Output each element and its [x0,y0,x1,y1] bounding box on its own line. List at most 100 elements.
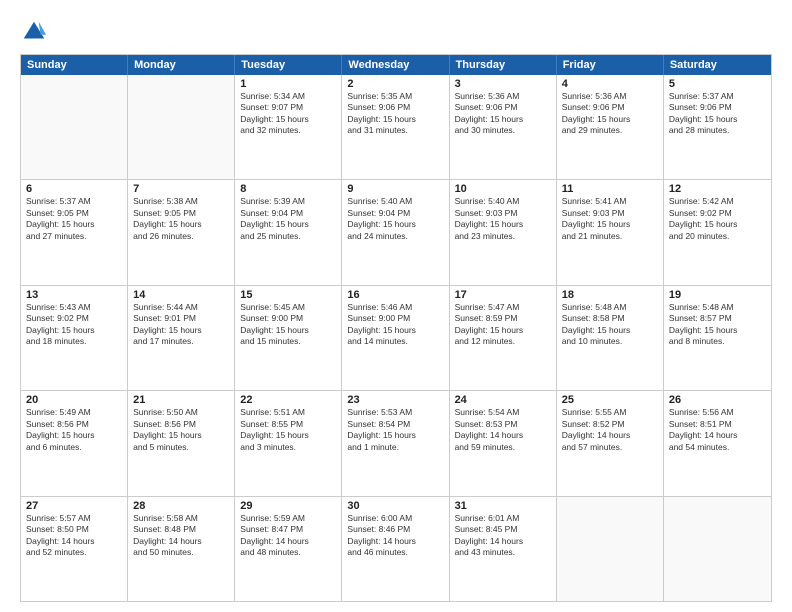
day-cell-13: 13Sunrise: 5:43 AM Sunset: 9:02 PM Dayli… [21,286,128,390]
day-detail-15: Sunrise: 5:45 AM Sunset: 9:00 PM Dayligh… [240,302,336,348]
weekday-header-wednesday: Wednesday [342,55,449,75]
day-detail-24: Sunrise: 5:54 AM Sunset: 8:53 PM Dayligh… [455,407,551,453]
day-cell-2: 2Sunrise: 5:35 AM Sunset: 9:06 PM Daylig… [342,75,449,179]
weekday-header-sunday: Sunday [21,55,128,75]
day-cell-9: 9Sunrise: 5:40 AM Sunset: 9:04 PM Daylig… [342,180,449,284]
day-cell-12: 12Sunrise: 5:42 AM Sunset: 9:02 PM Dayli… [664,180,771,284]
day-cell-7: 7Sunrise: 5:38 AM Sunset: 9:05 PM Daylig… [128,180,235,284]
day-number-7: 7 [133,183,229,195]
day-number-16: 16 [347,289,443,301]
day-detail-8: Sunrise: 5:39 AM Sunset: 9:04 PM Dayligh… [240,196,336,242]
day-detail-25: Sunrise: 5:55 AM Sunset: 8:52 PM Dayligh… [562,407,658,453]
day-detail-30: Sunrise: 6:00 AM Sunset: 8:46 PM Dayligh… [347,513,443,559]
day-number-28: 28 [133,500,229,512]
day-cell-1: 1Sunrise: 5:34 AM Sunset: 9:07 PM Daylig… [235,75,342,179]
calendar-row-4: 20Sunrise: 5:49 AM Sunset: 8:56 PM Dayli… [21,390,771,495]
day-cell-30: 30Sunrise: 6:00 AM Sunset: 8:46 PM Dayli… [342,497,449,601]
day-number-17: 17 [455,289,551,301]
day-number-18: 18 [562,289,658,301]
day-number-15: 15 [240,289,336,301]
day-number-2: 2 [347,78,443,90]
logo-icon [20,18,48,46]
day-detail-10: Sunrise: 5:40 AM Sunset: 9:03 PM Dayligh… [455,196,551,242]
day-detail-7: Sunrise: 5:38 AM Sunset: 9:05 PM Dayligh… [133,196,229,242]
day-cell-17: 17Sunrise: 5:47 AM Sunset: 8:59 PM Dayli… [450,286,557,390]
day-cell-20: 20Sunrise: 5:49 AM Sunset: 8:56 PM Dayli… [21,391,128,495]
day-cell-24: 24Sunrise: 5:54 AM Sunset: 8:53 PM Dayli… [450,391,557,495]
day-detail-27: Sunrise: 5:57 AM Sunset: 8:50 PM Dayligh… [26,513,122,559]
day-detail-23: Sunrise: 5:53 AM Sunset: 8:54 PM Dayligh… [347,407,443,453]
day-detail-2: Sunrise: 5:35 AM Sunset: 9:06 PM Dayligh… [347,91,443,137]
day-detail-5: Sunrise: 5:37 AM Sunset: 9:06 PM Dayligh… [669,91,766,137]
day-number-29: 29 [240,500,336,512]
calendar-row-3: 13Sunrise: 5:43 AM Sunset: 9:02 PM Dayli… [21,285,771,390]
weekday-header-thursday: Thursday [450,55,557,75]
day-detail-6: Sunrise: 5:37 AM Sunset: 9:05 PM Dayligh… [26,196,122,242]
logo [20,18,54,46]
weekday-header-friday: Friday [557,55,664,75]
day-number-11: 11 [562,183,658,195]
day-number-6: 6 [26,183,122,195]
day-number-9: 9 [347,183,443,195]
day-detail-18: Sunrise: 5:48 AM Sunset: 8:58 PM Dayligh… [562,302,658,348]
calendar-body: 1Sunrise: 5:34 AM Sunset: 9:07 PM Daylig… [21,75,771,601]
day-cell-empty-0-1 [128,75,235,179]
weekday-header-saturday: Saturday [664,55,771,75]
day-number-21: 21 [133,394,229,406]
day-cell-19: 19Sunrise: 5:48 AM Sunset: 8:57 PM Dayli… [664,286,771,390]
day-cell-3: 3Sunrise: 5:36 AM Sunset: 9:06 PM Daylig… [450,75,557,179]
day-cell-29: 29Sunrise: 5:59 AM Sunset: 8:47 PM Dayli… [235,497,342,601]
day-cell-26: 26Sunrise: 5:56 AM Sunset: 8:51 PM Dayli… [664,391,771,495]
day-detail-28: Sunrise: 5:58 AM Sunset: 8:48 PM Dayligh… [133,513,229,559]
weekday-header-monday: Monday [128,55,235,75]
day-number-8: 8 [240,183,336,195]
day-detail-1: Sunrise: 5:34 AM Sunset: 9:07 PM Dayligh… [240,91,336,137]
calendar-row-2: 6Sunrise: 5:37 AM Sunset: 9:05 PM Daylig… [21,179,771,284]
day-detail-31: Sunrise: 6:01 AM Sunset: 8:45 PM Dayligh… [455,513,551,559]
day-number-20: 20 [26,394,122,406]
calendar-row-1: 1Sunrise: 5:34 AM Sunset: 9:07 PM Daylig… [21,75,771,179]
day-number-24: 24 [455,394,551,406]
day-detail-29: Sunrise: 5:59 AM Sunset: 8:47 PM Dayligh… [240,513,336,559]
calendar: SundayMondayTuesdayWednesdayThursdayFrid… [20,54,772,602]
day-detail-14: Sunrise: 5:44 AM Sunset: 9:01 PM Dayligh… [133,302,229,348]
day-cell-6: 6Sunrise: 5:37 AM Sunset: 9:05 PM Daylig… [21,180,128,284]
day-detail-13: Sunrise: 5:43 AM Sunset: 9:02 PM Dayligh… [26,302,122,348]
day-cell-empty-0-0 [21,75,128,179]
day-detail-26: Sunrise: 5:56 AM Sunset: 8:51 PM Dayligh… [669,407,766,453]
day-cell-10: 10Sunrise: 5:40 AM Sunset: 9:03 PM Dayli… [450,180,557,284]
day-cell-18: 18Sunrise: 5:48 AM Sunset: 8:58 PM Dayli… [557,286,664,390]
day-number-31: 31 [455,500,551,512]
day-detail-19: Sunrise: 5:48 AM Sunset: 8:57 PM Dayligh… [669,302,766,348]
day-number-10: 10 [455,183,551,195]
day-cell-8: 8Sunrise: 5:39 AM Sunset: 9:04 PM Daylig… [235,180,342,284]
day-cell-5: 5Sunrise: 5:37 AM Sunset: 9:06 PM Daylig… [664,75,771,179]
day-number-14: 14 [133,289,229,301]
day-number-4: 4 [562,78,658,90]
day-cell-empty-4-5 [557,497,664,601]
day-cell-14: 14Sunrise: 5:44 AM Sunset: 9:01 PM Dayli… [128,286,235,390]
day-cell-31: 31Sunrise: 6:01 AM Sunset: 8:45 PM Dayli… [450,497,557,601]
weekday-header-tuesday: Tuesday [235,55,342,75]
day-detail-22: Sunrise: 5:51 AM Sunset: 8:55 PM Dayligh… [240,407,336,453]
day-cell-21: 21Sunrise: 5:50 AM Sunset: 8:56 PM Dayli… [128,391,235,495]
day-detail-20: Sunrise: 5:49 AM Sunset: 8:56 PM Dayligh… [26,407,122,453]
day-number-19: 19 [669,289,766,301]
day-cell-11: 11Sunrise: 5:41 AM Sunset: 9:03 PM Dayli… [557,180,664,284]
day-number-12: 12 [669,183,766,195]
day-number-26: 26 [669,394,766,406]
day-cell-25: 25Sunrise: 5:55 AM Sunset: 8:52 PM Dayli… [557,391,664,495]
day-detail-12: Sunrise: 5:42 AM Sunset: 9:02 PM Dayligh… [669,196,766,242]
calendar-row-5: 27Sunrise: 5:57 AM Sunset: 8:50 PM Dayli… [21,496,771,601]
day-number-30: 30 [347,500,443,512]
day-detail-21: Sunrise: 5:50 AM Sunset: 8:56 PM Dayligh… [133,407,229,453]
day-number-13: 13 [26,289,122,301]
day-detail-11: Sunrise: 5:41 AM Sunset: 9:03 PM Dayligh… [562,196,658,242]
day-number-3: 3 [455,78,551,90]
day-number-5: 5 [669,78,766,90]
day-number-27: 27 [26,500,122,512]
day-number-22: 22 [240,394,336,406]
day-number-23: 23 [347,394,443,406]
day-cell-23: 23Sunrise: 5:53 AM Sunset: 8:54 PM Dayli… [342,391,449,495]
day-cell-15: 15Sunrise: 5:45 AM Sunset: 9:00 PM Dayli… [235,286,342,390]
